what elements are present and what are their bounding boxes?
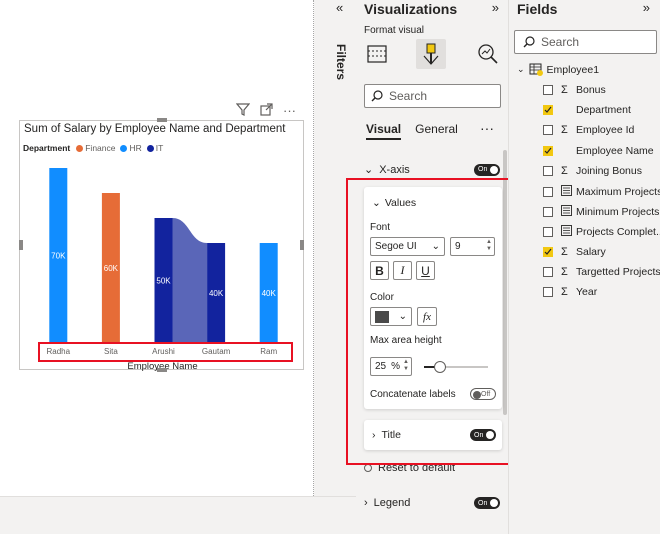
- search-icon: [523, 36, 535, 48]
- table-employee1[interactable]: ⌄ Employee1: [517, 63, 599, 76]
- field-item[interactable]: Σ Employee Id: [543, 124, 634, 136]
- field-item[interactable]: Σ Year: [543, 286, 597, 298]
- filters-label[interactable]: Filters: [334, 44, 348, 80]
- field-checkbox[interactable]: [543, 287, 553, 297]
- field-item[interactable]: Σ Salary: [543, 246, 606, 258]
- sigma-icon: Σ: [561, 245, 568, 258]
- data-label: 40K: [262, 289, 277, 298]
- field-item[interactable]: Σ Targetted Projects: [543, 266, 660, 278]
- format-visual-label: Format visual: [364, 25, 425, 36]
- field-checkbox[interactable]: [543, 125, 553, 136]
- collapse-fields-icon[interactable]: »: [643, 0, 650, 15]
- sigma-icon: Σ: [561, 265, 568, 278]
- field-label: Maximum Projects: [576, 186, 660, 198]
- visualizations-title: Visualizations: [364, 1, 458, 17]
- section-label: X-axis: [379, 163, 410, 176]
- analytics-icon[interactable]: [473, 39, 503, 69]
- tab-general[interactable]: General: [415, 122, 458, 140]
- page-tabs-bar: [0, 496, 356, 534]
- table-icon: [529, 63, 543, 76]
- data-label: 40K: [209, 289, 224, 298]
- data-label: 70K: [51, 252, 66, 261]
- section-legend[interactable]: › Legend On: [364, 497, 502, 509]
- format-visual-icon[interactable]: [416, 39, 446, 69]
- field-label: Minimum Projects: [576, 206, 660, 219]
- field-label: Targetted Projects: [576, 265, 660, 278]
- section-label: Legend: [373, 497, 411, 509]
- reset-icon: [364, 464, 372, 472]
- search-placeholder: Search: [541, 35, 580, 49]
- fields-pane: Fields » Search ⌄ Employee1 Σ Bonus Depart…: [508, 0, 660, 534]
- field-label: Joining Bonus: [576, 164, 642, 177]
- visualizations-search-input[interactable]: Search: [364, 84, 501, 108]
- chevron-right-icon: ›: [364, 497, 368, 509]
- field-checkbox[interactable]: [543, 266, 553, 277]
- search-icon: [371, 90, 383, 102]
- more-options-icon[interactable]: ···: [480, 120, 494, 136]
- build-visual-icon[interactable]: [362, 39, 392, 69]
- ribbon-it: [172, 218, 208, 343]
- resize-handle-right[interactable]: [300, 240, 304, 250]
- data-label: 60K: [104, 264, 119, 273]
- x-axis-toggle[interactable]: On: [474, 163, 500, 176]
- resize-handle-left[interactable]: [19, 240, 23, 250]
- field-item[interactable]: Maximum Projects: [543, 185, 660, 199]
- field-label: Employee Name: [576, 144, 654, 157]
- field-label: Year: [576, 286, 598, 298]
- resize-handle-top[interactable]: [157, 118, 167, 122]
- field-label: Projects Complet...: [576, 226, 660, 239]
- search-placeholder: Search: [389, 89, 428, 103]
- field-checkbox[interactable]: [543, 207, 553, 218]
- format-tabs: Visual General: [366, 122, 458, 140]
- measure-icon: [561, 185, 573, 199]
- sigma-icon: Σ: [561, 84, 568, 96]
- field-item[interactable]: Employee Name: [543, 145, 654, 157]
- field-checkbox[interactable]: [543, 246, 553, 257]
- resize-handle-bottom[interactable]: [157, 368, 167, 372]
- field-item[interactable]: Σ Bonus: [543, 84, 606, 96]
- field-item[interactable]: Minimum Projects: [543, 205, 659, 219]
- tab-visual[interactable]: Visual: [366, 122, 402, 140]
- field-item[interactable]: Projects Complet...: [543, 225, 660, 239]
- highlight-x-axis-labels: [38, 342, 293, 362]
- field-checkbox[interactable]: [543, 105, 553, 116]
- field-checkbox[interactable]: [543, 187, 553, 197]
- table-name: Employee1: [546, 63, 600, 76]
- expand-filters-icon[interactable]: «: [336, 0, 343, 15]
- data-label: 50K: [156, 277, 171, 286]
- measure-icon: [561, 225, 573, 239]
- field-label: Department: [576, 104, 631, 117]
- more-options-icon[interactable]: ···: [283, 104, 296, 118]
- field-checkbox[interactable]: [543, 85, 553, 95]
- sigma-icon: Σ: [561, 124, 568, 137]
- field-label: Employee Id: [576, 124, 635, 137]
- field-checkbox[interactable]: [543, 165, 553, 176]
- measure-icon: [561, 205, 573, 219]
- visual-header: ···: [235, 103, 296, 119]
- field-label: Bonus: [576, 84, 606, 96]
- fields-search-input[interactable]: Search: [514, 30, 657, 54]
- collapse-visualizations-icon[interactable]: »: [492, 0, 499, 15]
- legend-toggle[interactable]: On: [474, 497, 500, 509]
- chevron-down-icon: ⌄: [364, 164, 374, 176]
- filter-icon[interactable]: [235, 103, 251, 119]
- sigma-icon: Σ: [561, 164, 568, 177]
- chart-plot: 70KRadha60KSita50KArushi40KGautam40KRam: [47, 168, 278, 356]
- field-checkbox[interactable]: [543, 145, 553, 156]
- fields-title: Fields: [517, 1, 558, 17]
- field-item[interactable]: Department: [543, 104, 631, 116]
- field-item[interactable]: Σ Joining Bonus: [543, 165, 642, 177]
- focus-mode-icon[interactable]: [260, 103, 273, 119]
- field-checkbox[interactable]: [543, 227, 553, 238]
- sigma-icon: Σ: [561, 286, 568, 298]
- field-label: Salary: [576, 245, 606, 258]
- chevron-down-icon: ⌄: [517, 64, 525, 74]
- section-x-axis[interactable]: ⌄ X-axis On: [364, 163, 502, 176]
- chart-visual[interactable]: Sum of Salary by Employee Name and Depar…: [19, 120, 304, 372]
